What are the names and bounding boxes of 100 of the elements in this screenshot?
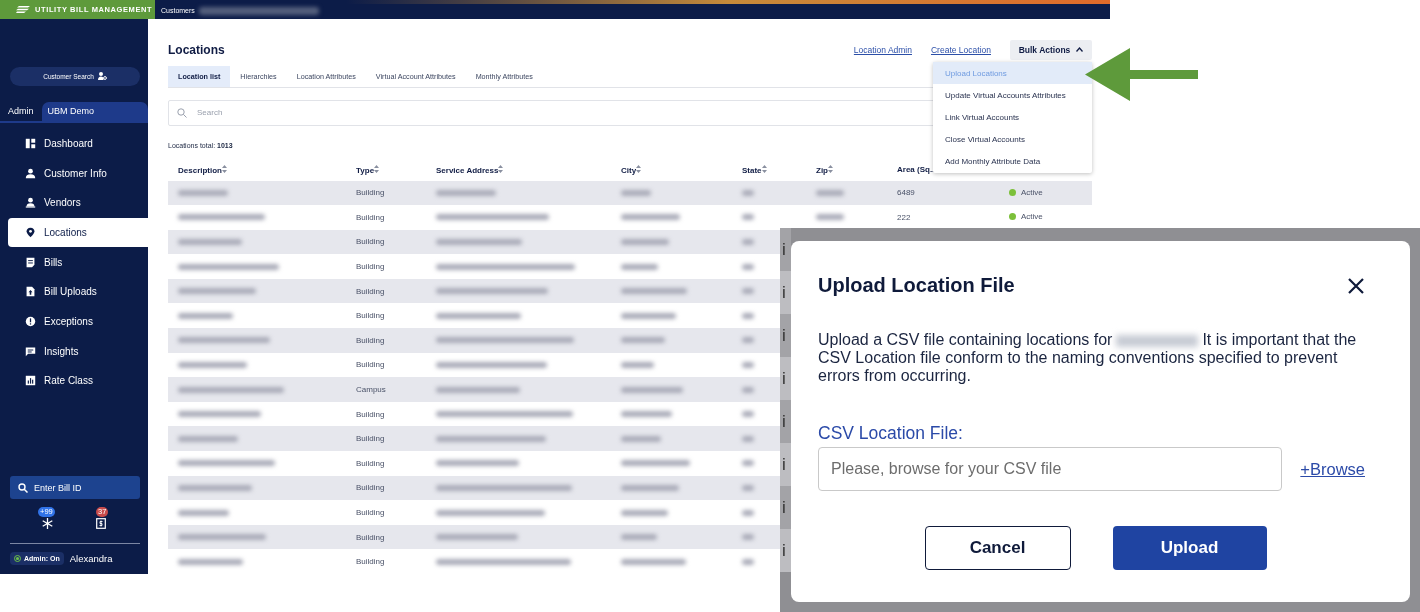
table-cell: Building [356, 360, 385, 370]
sort-icon[interactable] [498, 164, 504, 173]
column-header[interactable]: City [621, 165, 637, 175]
redacted-text [178, 509, 229, 516]
sort-icon[interactable] [636, 164, 642, 173]
menu-item[interactable]: Close Virtual Accounts [933, 128, 1092, 151]
upload-button[interactable]: Upload [1112, 526, 1267, 570]
column-header[interactable]: State [742, 165, 762, 175]
arrow-icon [1085, 48, 1199, 101]
page-title: Locations [168, 42, 226, 57]
map-pin-icon [25, 226, 36, 238]
table-cell: i [780, 357, 791, 400]
dialog-title: Upload Location File [818, 274, 1015, 297]
redacted-text [742, 558, 754, 565]
redacted-text [742, 312, 754, 319]
table-cell: i [780, 486, 791, 529]
status-text: Active [1021, 212, 1043, 222]
table-cell: i [780, 443, 791, 486]
scope-tab[interactable]: Admin [0, 101, 42, 121]
status-dot [1009, 188, 1016, 196]
column-header[interactable]: Service Address [436, 165, 499, 175]
search-icon [177, 107, 187, 118]
file-path-field[interactable]: Please, browse for your CSV file [818, 447, 1283, 491]
redacted-text [742, 534, 754, 541]
cancel-button[interactable]: Cancel [924, 526, 1071, 570]
redacted-text [742, 435, 754, 442]
redacted-text [621, 239, 669, 245]
sort-icon[interactable] [828, 164, 833, 173]
redacted-text [742, 509, 754, 516]
redacted-text [621, 214, 680, 221]
table-cell: Building [356, 262, 385, 272]
table-cell: Building [356, 286, 385, 296]
redacted-text [621, 386, 683, 393]
upload-icon [25, 286, 36, 298]
close-button[interactable] [1347, 276, 1365, 295]
table-cell: i [780, 314, 791, 357]
table-cell: Building [356, 483, 385, 493]
redacted-text [742, 288, 754, 295]
nav-item[interactable]: Locations [8, 217, 148, 248]
redacted-text [178, 312, 233, 319]
invoice-icon[interactable] [96, 518, 106, 529]
scope-tab[interactable]: UBM Demo [41, 101, 148, 121]
redacted-text [621, 460, 690, 467]
redacted-text [178, 361, 247, 368]
status-text: Active [1021, 187, 1043, 197]
redacted-text [742, 263, 754, 270]
redacted-text [436, 189, 496, 196]
field-label: CSV Location File: [818, 423, 964, 444]
person-icon [25, 167, 36, 179]
redacted-text [742, 189, 754, 196]
column-header[interactable]: Type [356, 165, 375, 175]
redacted-text [178, 435, 238, 442]
table-cell: 222 [897, 212, 911, 222]
nav-item[interactable]: Bills [8, 247, 148, 277]
table-cell: Building [356, 188, 385, 198]
browse-link[interactable]: +Browse [1300, 459, 1365, 479]
redacted-text [621, 337, 665, 344]
user-name: Alexandra [69, 553, 113, 564]
nav-item[interactable]: Rate Class [8, 366, 148, 396]
redacted-text [621, 534, 657, 541]
table-cell: Building [356, 434, 385, 444]
table-cell: 6489 [897, 188, 915, 198]
sort-icon[interactable] [761, 164, 767, 173]
redacted-text [621, 263, 658, 270]
bar-chart-icon [25, 375, 36, 387]
column-header[interactable]: Description [178, 165, 222, 175]
asterisk-icon[interactable] [41, 518, 53, 529]
redacted-text [742, 361, 754, 368]
person-icon [25, 197, 36, 209]
redacted-text [621, 312, 676, 319]
table-cell: Building [356, 409, 385, 419]
header-link[interactable]: Create Location [931, 44, 991, 55]
redacted-text [621, 189, 651, 196]
dialog-description: Upload a CSV file containing locations for It is important that the CSV Location file conform to the naming conventions specified to prevent errors from occurring. [818, 331, 1358, 385]
redacted-text [742, 337, 754, 344]
redacted-text [178, 239, 242, 245]
header-link[interactable]: Location Admin [853, 44, 912, 55]
document-icon [25, 256, 36, 268]
column-header[interactable]: Zip [816, 165, 828, 175]
nav-item[interactable]: Dashboard [8, 128, 148, 159]
nav-item[interactable]: Customer Info [8, 158, 148, 188]
nav-item[interactable]: Insights [8, 336, 148, 366]
table-cell: i [780, 529, 791, 572]
sort-icon[interactable] [374, 164, 380, 173]
table-cell: Building [356, 311, 385, 321]
table-cell: Building [356, 508, 385, 517]
bulk-actions-button[interactable]: Bulk Actions [1010, 39, 1092, 60]
bill-id-field[interactable]: Enter Bill ID [10, 476, 140, 499]
nav-item[interactable]: Exceptions [8, 306, 148, 337]
sort-icon[interactable] [222, 164, 227, 173]
table-cell: i [780, 271, 791, 314]
redacted-text [621, 411, 672, 418]
exclamation-icon [25, 315, 36, 327]
table-cell: Building [356, 557, 385, 567]
nav-item[interactable]: Bill Uploads [8, 276, 148, 307]
nav-item[interactable]: Vendors [8, 187, 148, 218]
redacted-text [816, 214, 844, 221]
table-cell: i [780, 400, 791, 443]
dashboard-icon [25, 137, 36, 149]
menu-item[interactable]: Link Virtual Accounts [933, 106, 1092, 129]
